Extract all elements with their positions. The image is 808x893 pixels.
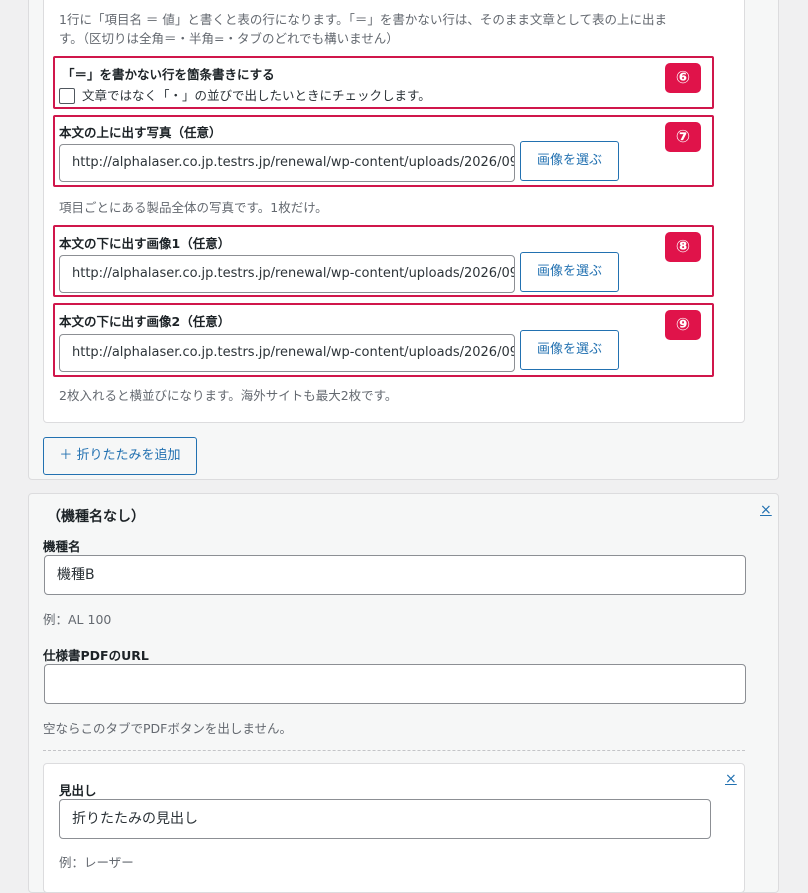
bullet-checkbox-label[interactable]: 文章ではなく「・」の並びで出したいときにチェックします。 [82,86,431,105]
accordion-heading-label: 見出し [59,783,97,798]
photo-top-url-input[interactable]: http://alphalaser.co.jp.testrs.jp/renewa… [59,144,515,182]
badge-9: ⑨ [665,310,701,340]
badge-6: ⑥ [665,63,701,93]
bullet-checkbox[interactable] [59,88,75,104]
spec-pdf-label: 仕様書PDFのURL [43,648,149,663]
add-accordion-button[interactable]: ＋ 折りたたみを追加 [43,437,197,475]
model-name-label: 機種名 [43,539,81,554]
image-bottom2-select-image-button[interactable]: 画像を選ぶ [520,330,619,370]
bullet-field-label: 「＝」を書かない行を箇条書きにする [62,67,275,82]
remove-model-link[interactable]: × [760,503,772,517]
image-bottom1-label: 本文の下に出す画像1（任意） [59,236,231,251]
model-name-help: 例：AL 100 [43,612,112,627]
image-bottom1-url-input[interactable]: http://alphalaser.co.jp.testrs.jp/renewa… [59,255,515,293]
badge-7: ⑦ [665,122,701,152]
badge-8: ⑧ [665,232,701,262]
image-bottom1-select-image-button[interactable]: 画像を選ぶ [520,252,619,292]
image-bottom-help: 2枚入れると横並びになります。海外サイトも最大2枚です。 [59,388,398,403]
photo-top-label: 本文の上に出す写真（任意） [59,125,222,140]
model-name-input[interactable]: 機種B [44,555,746,595]
table-format-help-line1: 1行に「項目名 ＝ 値」と書くと表の行になります。「＝」を書かない行は、そのまま… [59,12,668,27]
spec-pdf-url-input[interactable] [44,664,746,704]
photo-top-help: 項目ごとにある製品全体の写真です。1枚だけ。 [59,200,328,215]
model-panel-title: （機種名なし） [47,509,145,525]
remove-accordion-link[interactable]: × [725,772,737,786]
photo-top-select-image-button[interactable]: 画像を選ぶ [520,141,619,181]
spec-pdf-help: 空ならこのタブでPDFボタンを出しません。 [43,721,292,736]
accordion-heading-input[interactable]: 折りたたみの見出し [59,799,711,839]
table-format-help-line2: す。（区切りは全角＝・半角=・タブのどれでも構いません） [59,31,399,46]
image-bottom2-url-input[interactable]: http://alphalaser.co.jp.testrs.jp/renewa… [59,334,515,372]
accordion-heading-help: 例：レーザー [59,855,134,870]
divider [43,750,745,751]
image-bottom2-label: 本文の下に出す画像2（任意） [59,314,231,329]
